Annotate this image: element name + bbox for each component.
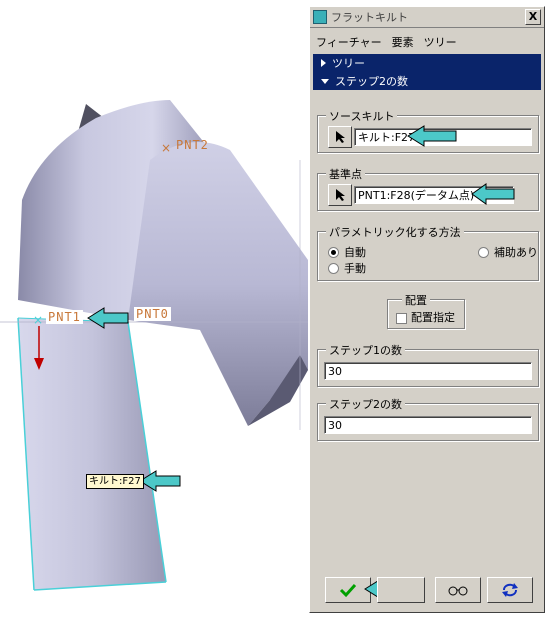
flat-quilt-dialog: フラットキルト X フィーチャー 要素 ツリー ツリー ステップ2の数 ソースキ… [309,6,545,613]
close-button[interactable]: X [525,9,541,25]
radio-manual[interactable]: 手動 [328,260,366,276]
cursor-arrow-icon [336,131,345,143]
pnt1-label: PNT1 [46,310,83,324]
parametric-legend: パラメトリック化する方法 [326,224,464,240]
cancel-button[interactable] [377,577,425,603]
placement-checkbox[interactable]: 配置指定 [396,309,455,325]
step-item-label: ステップ2の数 [335,75,408,88]
repaint-button[interactable] [487,577,533,603]
radio-manual-dot [328,262,339,274]
menu-bar: フィーチャー 要素 ツリー [310,32,544,52]
radio-interp-label: 補助あり [494,246,538,259]
expand-down-icon [321,78,329,84]
callout-arrow-reference [471,183,515,205]
placement-check-box [396,312,407,324]
callout-arrow-source [407,125,457,147]
parametric-group: パラメトリック化する方法 自動 補助あり 手動 [317,224,539,281]
check-icon [339,583,357,598]
quilt-tag: キルト:F27 [86,474,144,489]
step1-legend: ステップ1の数 [326,342,405,358]
svg-text:×: × [33,313,43,327]
dialog-title: フラットキルト [331,11,408,24]
step-item[interactable]: ステップ2の数 [313,72,541,90]
app-icon [313,10,327,24]
source-quilt-legend: ソースキルト [326,108,398,124]
pnt2-label: PNT2 [176,138,209,152]
reference-point-group: 基準点 PNT1:F28(データム点) [317,166,539,211]
source-quilt-select-button[interactable] [328,126,352,148]
step1-group: ステップ1の数 30 [317,342,539,387]
menu-feature[interactable]: フィーチャー [316,34,382,50]
expand-right-icon [321,59,326,67]
tree-item-label: ツリー [332,57,365,70]
menu-element[interactable]: 要素 [392,34,414,50]
step2-field[interactable]: 30 [324,416,532,434]
placement-checkbox-label: 配置指定 [411,311,455,324]
step2-group: ステップ2の数 30 [317,396,539,441]
title-bar: フラットキルト X [310,7,544,28]
reference-point-select-button[interactable] [328,184,352,206]
preview-button[interactable] [435,577,481,603]
button-bar [313,573,541,609]
menu-tree[interactable]: ツリー [424,34,457,50]
placement-group: 配置 配置指定 [387,292,465,329]
tree-item[interactable]: ツリー [313,54,541,72]
tree-section: ツリー ステップ2の数 [313,54,541,90]
radio-interp-dot [478,246,489,258]
step1-field[interactable]: 30 [324,362,532,380]
repaint-icon [502,583,518,597]
source-quilt-group: ソースキルト キルト:F27 [317,108,539,153]
radio-auto[interactable]: 自動 [328,244,366,260]
placement-legend: 配置 [402,292,430,308]
radio-auto-dot [328,246,339,258]
svg-text:×: × [161,141,171,155]
arm-surface [128,142,308,426]
radio-manual-label: 手動 [344,262,366,275]
cursor-arrow-icon [336,189,345,201]
pnt0-label: PNT0 [134,307,171,321]
model-viewport[interactable]: × × PNT2 PNT1 PNT0 キルト:F27 [0,0,308,618]
step2-legend: ステップ2の数 [326,396,405,412]
dialog-content: ソースキルト キルト:F27 基準点 PNT1:F28(データム点) パラメトリ… [313,108,541,567]
glasses-icon [448,586,468,596]
radio-interp[interactable]: 補助あり [478,244,538,260]
reference-point-legend: 基準点 [326,166,365,182]
cancel-icon [391,582,411,598]
radio-auto-label: 自動 [344,246,366,259]
